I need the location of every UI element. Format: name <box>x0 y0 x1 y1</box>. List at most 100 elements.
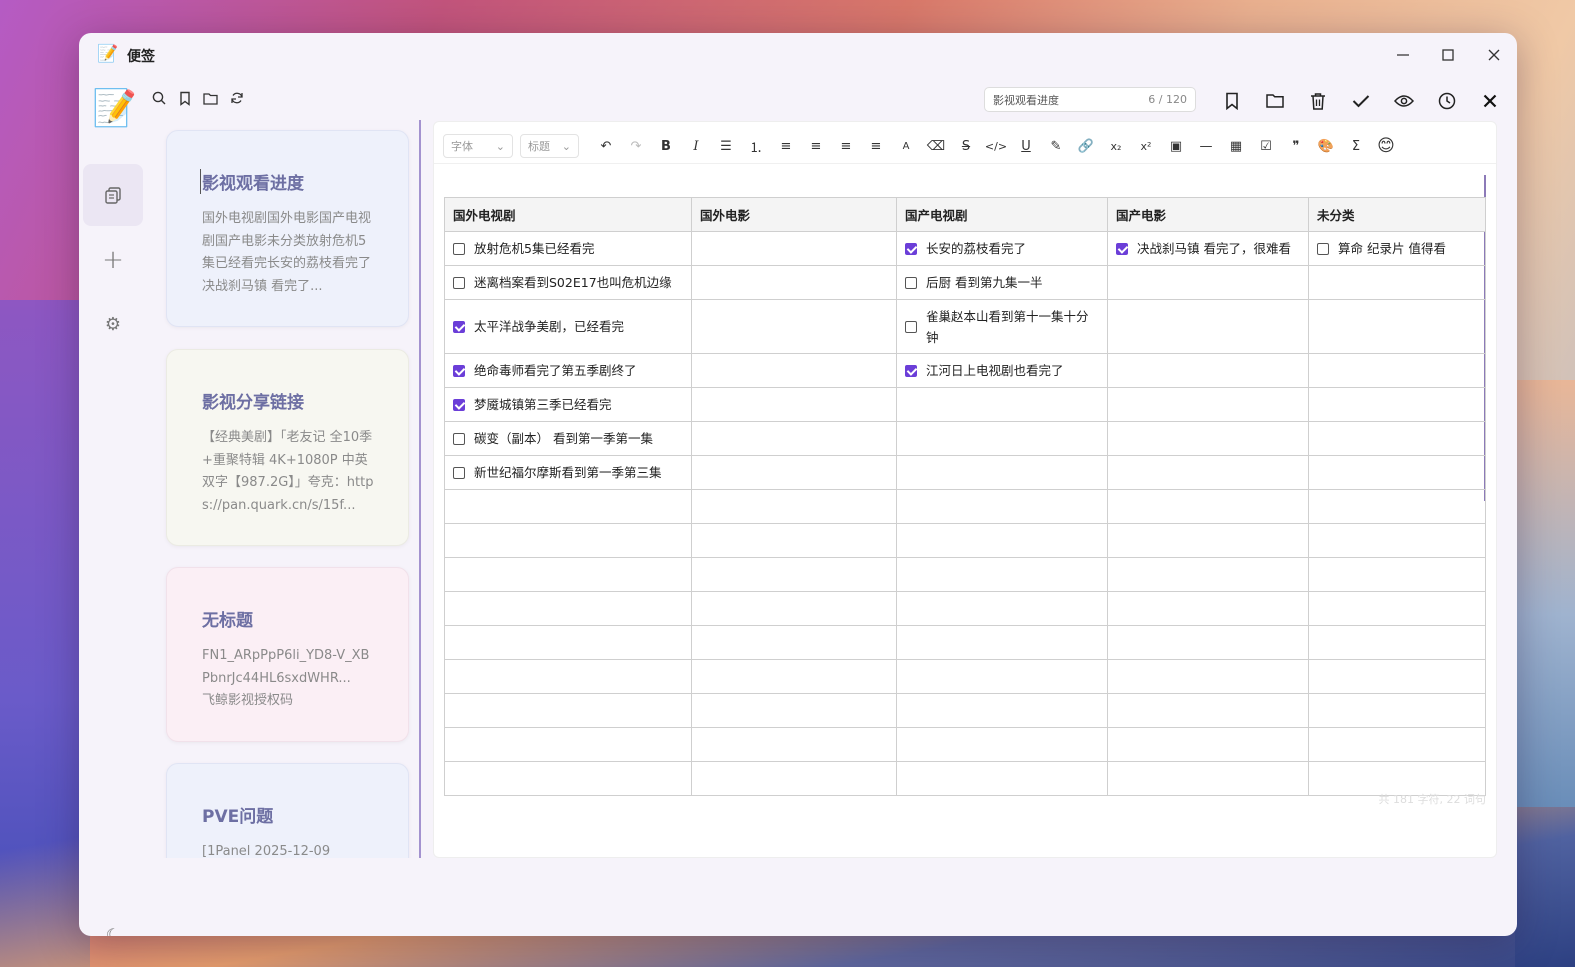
table-cell[interactable]: 江河日上电视剧也看完了 <box>896 353 1108 388</box>
table-cell[interactable] <box>896 625 1108 660</box>
align-center-icon[interactable]: ≡ <box>801 134 831 158</box>
bookmark-filter-button[interactable] <box>177 89 192 107</box>
table-cell[interactable] <box>691 231 897 266</box>
table-cell[interactable] <box>691 421 897 456</box>
note-card[interactable]: 影视观看进度 国外电视剧国外电影国产电视剧国产电影未分类放射危机5集已经看完长安… <box>166 130 409 327</box>
align-justify-icon[interactable]: ≡ <box>861 134 891 158</box>
table-cell[interactable] <box>1308 299 1486 354</box>
table-cell[interactable] <box>444 591 692 626</box>
italic-icon[interactable]: I <box>681 134 711 158</box>
superscript-icon[interactable]: x² <box>1131 134 1161 158</box>
redo-icon[interactable]: ↷ <box>621 134 651 158</box>
table-header-cell[interactable]: 未分类 <box>1308 197 1486 232</box>
table-cell[interactable]: 绝命毒师看完了第五季剧终了 <box>444 353 692 388</box>
close-editor-button[interactable] <box>1479 90 1500 111</box>
table-cell[interactable] <box>896 557 1108 592</box>
table-cell[interactable] <box>691 625 897 660</box>
task-checkbox[interactable] <box>453 320 465 333</box>
table-cell[interactable] <box>896 455 1108 490</box>
table-cell[interactable]: 放射危机5集已经看完 <box>444 231 692 266</box>
task-checkbox[interactable] <box>453 432 465 445</box>
note-title-input[interactable]: 影视观看进度 6 / 120 <box>984 87 1196 112</box>
table-header-cell[interactable]: 国产电影 <box>1107 197 1309 232</box>
table-cell[interactable] <box>896 523 1108 558</box>
table-cell[interactable] <box>691 591 897 626</box>
table-cell[interactable] <box>1107 557 1309 592</box>
code-icon[interactable]: </> <box>981 134 1011 158</box>
table-cell[interactable] <box>1107 299 1309 354</box>
table-cell[interactable] <box>1308 387 1486 422</box>
bold-icon[interactable]: B <box>651 134 681 158</box>
horizontal-rule-icon[interactable]: — <box>1191 134 1221 158</box>
table-cell[interactable] <box>691 727 897 762</box>
minimize-button[interactable] <box>1388 41 1418 69</box>
table-cell[interactable] <box>1308 523 1486 558</box>
table-cell[interactable] <box>1308 353 1486 388</box>
table-cell[interactable] <box>691 557 897 592</box>
table-cell[interactable]: 决战刹马镇 看完了，很难看 <box>1107 231 1309 266</box>
table-cell[interactable] <box>1107 387 1309 422</box>
quote-icon[interactable]: ❞ <box>1281 134 1311 158</box>
table-cell[interactable] <box>691 387 897 422</box>
preview-button[interactable] <box>1393 90 1414 111</box>
table-cell[interactable] <box>444 693 692 728</box>
table-cell[interactable] <box>444 727 692 762</box>
table-cell[interactable] <box>691 455 897 490</box>
table-cell[interactable] <box>896 489 1108 524</box>
table-cell[interactable] <box>691 523 897 558</box>
table-cell[interactable] <box>896 591 1108 626</box>
table-cell[interactable] <box>1107 523 1309 558</box>
table-cell[interactable] <box>691 693 897 728</box>
table-cell[interactable] <box>691 489 897 524</box>
table-cell[interactable] <box>896 659 1108 694</box>
note-card[interactable]: 影视分享链接 【经典美剧】「老友记 全10季+重聚特辑 4K+1080P 中英双… <box>166 349 409 546</box>
bookmark-button[interactable] <box>1221 90 1242 111</box>
table-cell[interactable]: 碳变（副本） 看到第一季第一集 <box>444 421 692 456</box>
table-cell[interactable] <box>1308 727 1486 762</box>
table-cell[interactable]: 雀巢赵本山看到第十一集十分钟 <box>896 299 1108 354</box>
table-cell[interactable] <box>1107 421 1309 456</box>
table-header-cell[interactable]: 国产电视剧 <box>896 197 1108 232</box>
table-cell[interactable] <box>691 659 897 694</box>
table-cell[interactable]: 太平洋战争美剧，已经看完 <box>444 299 692 354</box>
undo-icon[interactable]: ↶ <box>591 134 621 158</box>
table-cell[interactable] <box>896 387 1108 422</box>
table-cell[interactable] <box>1308 557 1486 592</box>
table-cell[interactable] <box>444 489 692 524</box>
maximize-button[interactable] <box>1433 41 1463 69</box>
table-cell[interactable] <box>1107 761 1309 796</box>
table-header-cell[interactable]: 国外电视剧 <box>444 197 692 232</box>
task-list-icon[interactable]: ☑ <box>1251 134 1281 158</box>
highlight-icon[interactable]: ✎ <box>1041 134 1071 158</box>
table-cell[interactable]: 迷离档案看到S02E17也叫危机边缘 <box>444 265 692 300</box>
palette-icon[interactable]: 🎨 <box>1311 134 1341 158</box>
table-cell[interactable] <box>1107 455 1309 490</box>
task-checkbox[interactable] <box>1317 242 1329 255</box>
table-cell[interactable] <box>896 761 1108 796</box>
note-card[interactable]: 无标题 FN1_ARpPpP6li_YD8-V_XBPbnrJc44HL6sxd… <box>166 567 409 742</box>
subscript-icon[interactable]: x₂ <box>1101 134 1131 158</box>
table-cell[interactable] <box>1107 353 1309 388</box>
table-cell[interactable] <box>1107 591 1309 626</box>
table-cell[interactable] <box>1107 265 1309 300</box>
table-cell[interactable] <box>1107 659 1309 694</box>
text-color-icon[interactable]: A <box>891 134 921 158</box>
table-cell[interactable]: 长安的荔枝看完了 <box>896 231 1108 266</box>
table-cell[interactable] <box>1308 265 1486 300</box>
task-checkbox[interactable] <box>453 276 465 289</box>
table-cell[interactable] <box>691 299 897 354</box>
table-cell[interactable] <box>1107 693 1309 728</box>
table-cell[interactable] <box>896 693 1108 728</box>
table-cell[interactable] <box>1308 625 1486 660</box>
table-cell[interactable] <box>1107 489 1309 524</box>
task-checkbox[interactable] <box>905 242 917 255</box>
table-cell[interactable] <box>444 761 692 796</box>
font-select[interactable]: 字体 ⌄ <box>443 134 513 158</box>
task-checkbox[interactable] <box>905 320 917 333</box>
table-cell[interactable] <box>1308 591 1486 626</box>
table-cell[interactable] <box>1308 659 1486 694</box>
theme-toggle-button[interactable]: ☾ <box>83 903 143 937</box>
task-checkbox[interactable] <box>905 276 917 289</box>
ordered-list-icon[interactable]: ⒈ <box>741 134 771 158</box>
table-cell[interactable] <box>1308 421 1486 456</box>
